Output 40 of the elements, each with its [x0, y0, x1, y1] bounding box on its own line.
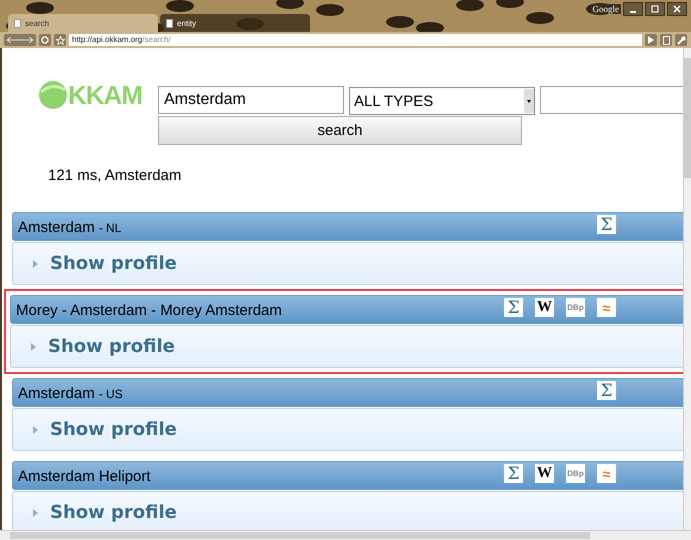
show-profile-link[interactable]: Show profile	[50, 502, 177, 523]
source-link[interactable]: DBp	[566, 464, 585, 483]
star-icon[interactable]	[54, 34, 66, 46]
show-profile-link[interactable]: Show profile	[50, 419, 177, 440]
result-title[interactable]: Morey - Amsterdam - Morey Amsterdam	[16, 302, 504, 319]
show-profile-link[interactable]: Show profile	[50, 253, 177, 274]
source-link[interactable]: Σ	[504, 298, 523, 317]
go-icon[interactable]	[645, 34, 657, 46]
dropdown-arrow-icon	[527, 100, 531, 102]
search-button[interactable]: search	[158, 116, 522, 145]
source-link[interactable]: Σ	[504, 464, 523, 483]
wrench-icon[interactable]	[675, 34, 687, 46]
browser-tab[interactable]: search	[8, 14, 158, 32]
maximize-button[interactable]	[645, 2, 665, 16]
result-title[interactable]: Amsterdam - US	[18, 385, 597, 402]
status-text: 121 ms, Amsterdam	[48, 167, 182, 184]
brand-label: Google	[590, 4, 621, 14]
result-title[interactable]: Amsterdam Heliport	[18, 468, 504, 485]
logo-icon	[38, 80, 68, 110]
source-link[interactable]: W	[535, 298, 554, 317]
source-link[interactable]: W	[535, 464, 554, 483]
browser-tab[interactable]: entity	[160, 14, 310, 32]
close-icon	[673, 5, 681, 13]
source-link[interactable]: Σ	[597, 381, 616, 400]
show-profile-link[interactable]: Show profile	[48, 336, 175, 357]
minimize-button[interactable]	[623, 2, 643, 16]
result-title[interactable]: Amsterdam - NL	[18, 219, 597, 236]
maximize-icon	[651, 5, 659, 13]
close-button[interactable]	[667, 2, 687, 16]
reload-icon[interactable]	[39, 34, 51, 46]
horizontal-scrollbar[interactable]	[0, 530, 691, 540]
page-menu-icon[interactable]	[660, 34, 672, 46]
type-dropdown[interactable]: ALL TYPES	[349, 87, 535, 115]
source-link[interactable]: DBp	[566, 298, 585, 317]
source-link[interactable]: Σ	[597, 215, 616, 234]
address-field[interactable]: http://api.okkam.org/search/	[69, 34, 642, 46]
vertical-scrollbar[interactable]	[683, 48, 691, 530]
logo-text: KKAM	[68, 80, 142, 110]
back-forward-icon[interactable]	[4, 34, 36, 46]
search-field[interactable]: Amsterdam	[158, 86, 344, 114]
